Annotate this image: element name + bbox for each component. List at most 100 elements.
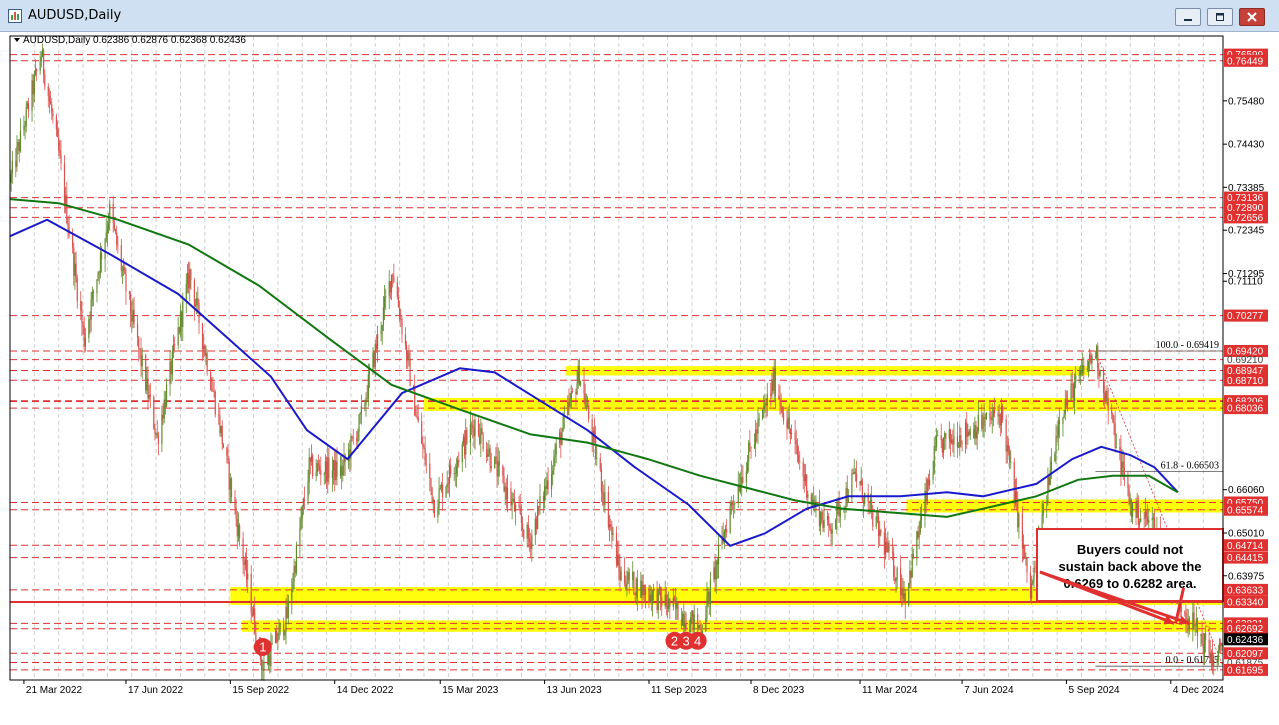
candle-body (633, 571, 635, 595)
candle-body (526, 524, 528, 539)
candle-body (1007, 445, 1010, 450)
candle-body (1213, 661, 1215, 667)
candle-body (1015, 491, 1018, 499)
candle-body (772, 379, 774, 392)
candle-body (797, 454, 800, 461)
candle-body (203, 346, 205, 349)
candle-body (932, 472, 934, 480)
candle-body (1046, 501, 1048, 504)
candle-body (782, 412, 785, 421)
minimize-button[interactable] (1175, 8, 1201, 26)
candle-body (357, 431, 359, 442)
candle-body (1184, 611, 1186, 614)
candle-body (278, 626, 280, 640)
candle-body (367, 374, 369, 399)
candle-body (847, 498, 850, 502)
candle-body (450, 465, 452, 475)
candle-body (1102, 371, 1105, 393)
candle-body (951, 439, 953, 443)
candle-body (933, 446, 935, 473)
candle-body (1217, 650, 1219, 660)
candle-body (385, 296, 387, 298)
candle-body (997, 413, 999, 417)
candle-body (506, 488, 509, 500)
candle-body (886, 542, 888, 553)
candle-body (822, 520, 824, 528)
candle-body (709, 579, 712, 604)
candle-body (715, 560, 717, 580)
candle-body (900, 567, 902, 596)
candle-body (219, 415, 221, 434)
price-chart[interactable]: 100.0 - 0.6941961.8 - 0.665030.0 - 0.617… (0, 32, 1279, 725)
candle-body (880, 530, 882, 533)
candle-body (1029, 572, 1032, 599)
candle-body (153, 397, 155, 429)
candle-body (185, 283, 187, 302)
candle-body (32, 80, 34, 95)
candle-body (172, 344, 175, 352)
candle-body (804, 474, 807, 482)
candle-body (292, 581, 294, 590)
candle-body (293, 565, 295, 582)
candle-body (964, 422, 967, 445)
candle-body (18, 141, 20, 152)
candle-body (481, 428, 483, 435)
candle-body (1070, 383, 1072, 401)
candle-body (229, 478, 231, 490)
candle-body (360, 405, 362, 414)
candle-body (528, 538, 531, 543)
candle-body (1083, 365, 1085, 371)
restore-button[interactable] (1207, 8, 1233, 26)
candle-body (1055, 436, 1057, 455)
candle-body (76, 278, 78, 302)
candle-body (1148, 519, 1150, 523)
candle-body (1002, 406, 1004, 420)
candle-body (1025, 557, 1027, 559)
level-label: 0.68036 (1227, 404, 1264, 415)
candle-body (1209, 653, 1211, 662)
candle-body (1202, 643, 1204, 654)
candle-body (351, 436, 353, 438)
candle-body (1058, 419, 1061, 425)
candle-body (447, 483, 449, 485)
candle-body (1010, 461, 1012, 463)
candle-body (595, 436, 597, 459)
candle-body (684, 623, 686, 628)
candle-body (390, 274, 393, 293)
candle-body (961, 442, 963, 445)
candle-body (588, 405, 590, 420)
candle-body (864, 493, 866, 505)
candle-body (43, 49, 45, 74)
candle-body (745, 471, 747, 483)
candle-body (584, 393, 586, 407)
candle-body (104, 239, 106, 260)
candle-body (607, 491, 609, 528)
candle-body (1097, 346, 1099, 371)
candle-body (146, 378, 148, 391)
candle-body (1205, 633, 1207, 640)
candle-body (254, 608, 256, 633)
candle-body (1201, 634, 1203, 644)
candle-body (1067, 400, 1069, 406)
candle-body (1113, 421, 1115, 424)
candle-body (521, 522, 524, 530)
candle-body (730, 502, 732, 507)
candle-body (1129, 499, 1131, 504)
candle-body (227, 455, 229, 462)
candle-body (505, 486, 507, 500)
candle-body (472, 425, 474, 428)
candle-body (52, 112, 54, 117)
y-tick-label: 0.65010 (1228, 529, 1265, 540)
candle-body (123, 267, 125, 271)
candle-body (960, 435, 962, 443)
candle-body (164, 399, 166, 407)
candle-body (666, 605, 669, 609)
candle-body (319, 465, 321, 471)
level-label: 0.69210 (1227, 355, 1264, 366)
candle-body (388, 281, 390, 297)
candle-body (773, 368, 775, 392)
candle-body (746, 461, 749, 472)
candle-body (332, 459, 335, 471)
candle-body (734, 503, 736, 504)
close-button[interactable] (1239, 8, 1265, 26)
